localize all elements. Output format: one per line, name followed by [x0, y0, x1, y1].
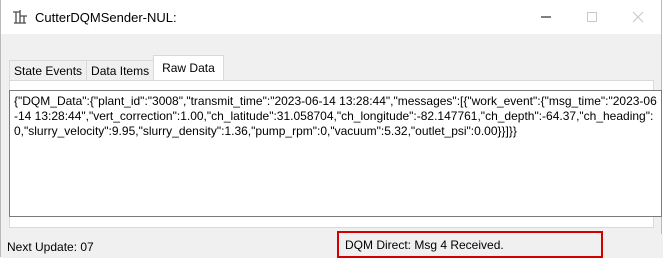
- window-controls: [523, 0, 661, 34]
- tab-data-items[interactable]: Data Items: [86, 60, 155, 80]
- minimize-button[interactable]: [523, 0, 569, 34]
- next-update-status: Next Update: 07: [7, 240, 94, 254]
- tab-label: State Events: [14, 63, 83, 78]
- minimize-icon: [541, 16, 551, 18]
- maximize-button[interactable]: [569, 0, 615, 34]
- tab-state-events[interactable]: State Events: [9, 60, 88, 80]
- maximize-icon: [587, 12, 597, 22]
- title-bar[interactable]: CutterDQMSender-NUL:: [1, 0, 661, 34]
- pipeline-app-icon: [11, 8, 29, 26]
- close-icon: [632, 11, 644, 23]
- window-title: CutterDQMSender-NUL:: [35, 9, 177, 25]
- tab-label: Raw Data: [162, 61, 215, 75]
- tab-label: Data Items: [91, 63, 150, 78]
- tab-raw-data[interactable]: Raw Data: [153, 55, 224, 80]
- tab-strip: State Events Data Items Raw Data: [9, 55, 224, 80]
- close-button[interactable]: [615, 0, 661, 34]
- raw-data-textbox[interactable]: {"DQM_Data":{"plant_id":"3008","transmit…: [9, 90, 662, 217]
- dqm-message-status: DQM Direct: Msg 4 Received.: [337, 231, 603, 258]
- app-window: CutterDQMSender-NUL: State Events Data I…: [0, 0, 663, 258]
- dqm-message-text: DQM Direct: Msg 4 Received.: [345, 237, 504, 252]
